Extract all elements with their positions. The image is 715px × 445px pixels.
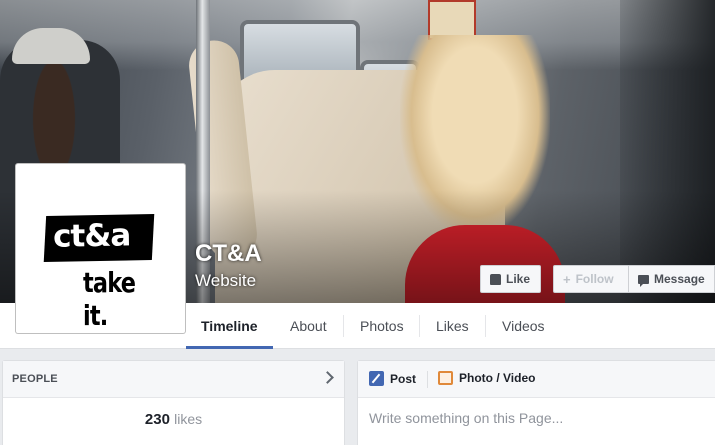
logo-text: ct&a xyxy=(52,217,131,255)
likes-count[interactable]: 230 likes xyxy=(3,411,344,428)
photo-icon xyxy=(438,371,453,385)
nav-divider xyxy=(343,315,344,337)
nav-divider xyxy=(485,315,486,337)
profile-picture[interactable]: ct&a take it. xyxy=(15,163,186,334)
composer-tabs: Post Photo / Video xyxy=(358,361,715,398)
likes-number: 230 xyxy=(144,411,170,428)
post-composer: Post Photo / Video Write something on th… xyxy=(357,360,715,445)
likes-word: likes xyxy=(174,411,203,427)
pencil-icon xyxy=(369,371,384,386)
page-title[interactable]: CT&A xyxy=(195,240,262,268)
photo-video-tab[interactable]: Photo / Video xyxy=(438,371,535,385)
tab-about[interactable]: About xyxy=(275,303,342,349)
people-card: PEOPLE 230 likes xyxy=(2,360,345,445)
nav-divider xyxy=(419,315,420,337)
profile-logo: ct&a take it. xyxy=(20,168,181,332)
follow-button[interactable]: + Follow xyxy=(553,265,628,293)
like-label: Like xyxy=(506,272,531,286)
cover-sign xyxy=(428,0,476,40)
people-title: PEOPLE xyxy=(12,373,58,385)
follow-label: Follow xyxy=(575,272,614,286)
people-header[interactable]: PEOPLE xyxy=(3,361,344,398)
logo-box: ct&a xyxy=(43,214,155,262)
thumbs-up-icon xyxy=(490,273,501,285)
composer-divider xyxy=(427,371,428,388)
message-label: Message xyxy=(654,272,705,286)
tab-photos[interactable]: Photos xyxy=(345,303,419,349)
photo-video-label: Photo / Video xyxy=(459,371,536,385)
chevron-right-icon[interactable] xyxy=(321,371,334,384)
message-icon xyxy=(638,274,649,287)
logo-tagline: take it. xyxy=(83,266,136,332)
tab-videos[interactable]: Videos xyxy=(487,303,560,349)
tab-timeline[interactable]: Timeline xyxy=(186,303,273,349)
like-button[interactable]: Like xyxy=(480,265,541,293)
post-tab-label: Post xyxy=(390,371,417,386)
composer-input[interactable]: Write something on this Page... xyxy=(369,410,563,426)
tab-likes[interactable]: Likes xyxy=(421,303,484,349)
message-button[interactable]: Message xyxy=(628,265,715,293)
plus-icon: + xyxy=(563,271,571,287)
post-tab[interactable]: Post xyxy=(369,371,416,386)
page-category[interactable]: Website xyxy=(195,271,256,291)
